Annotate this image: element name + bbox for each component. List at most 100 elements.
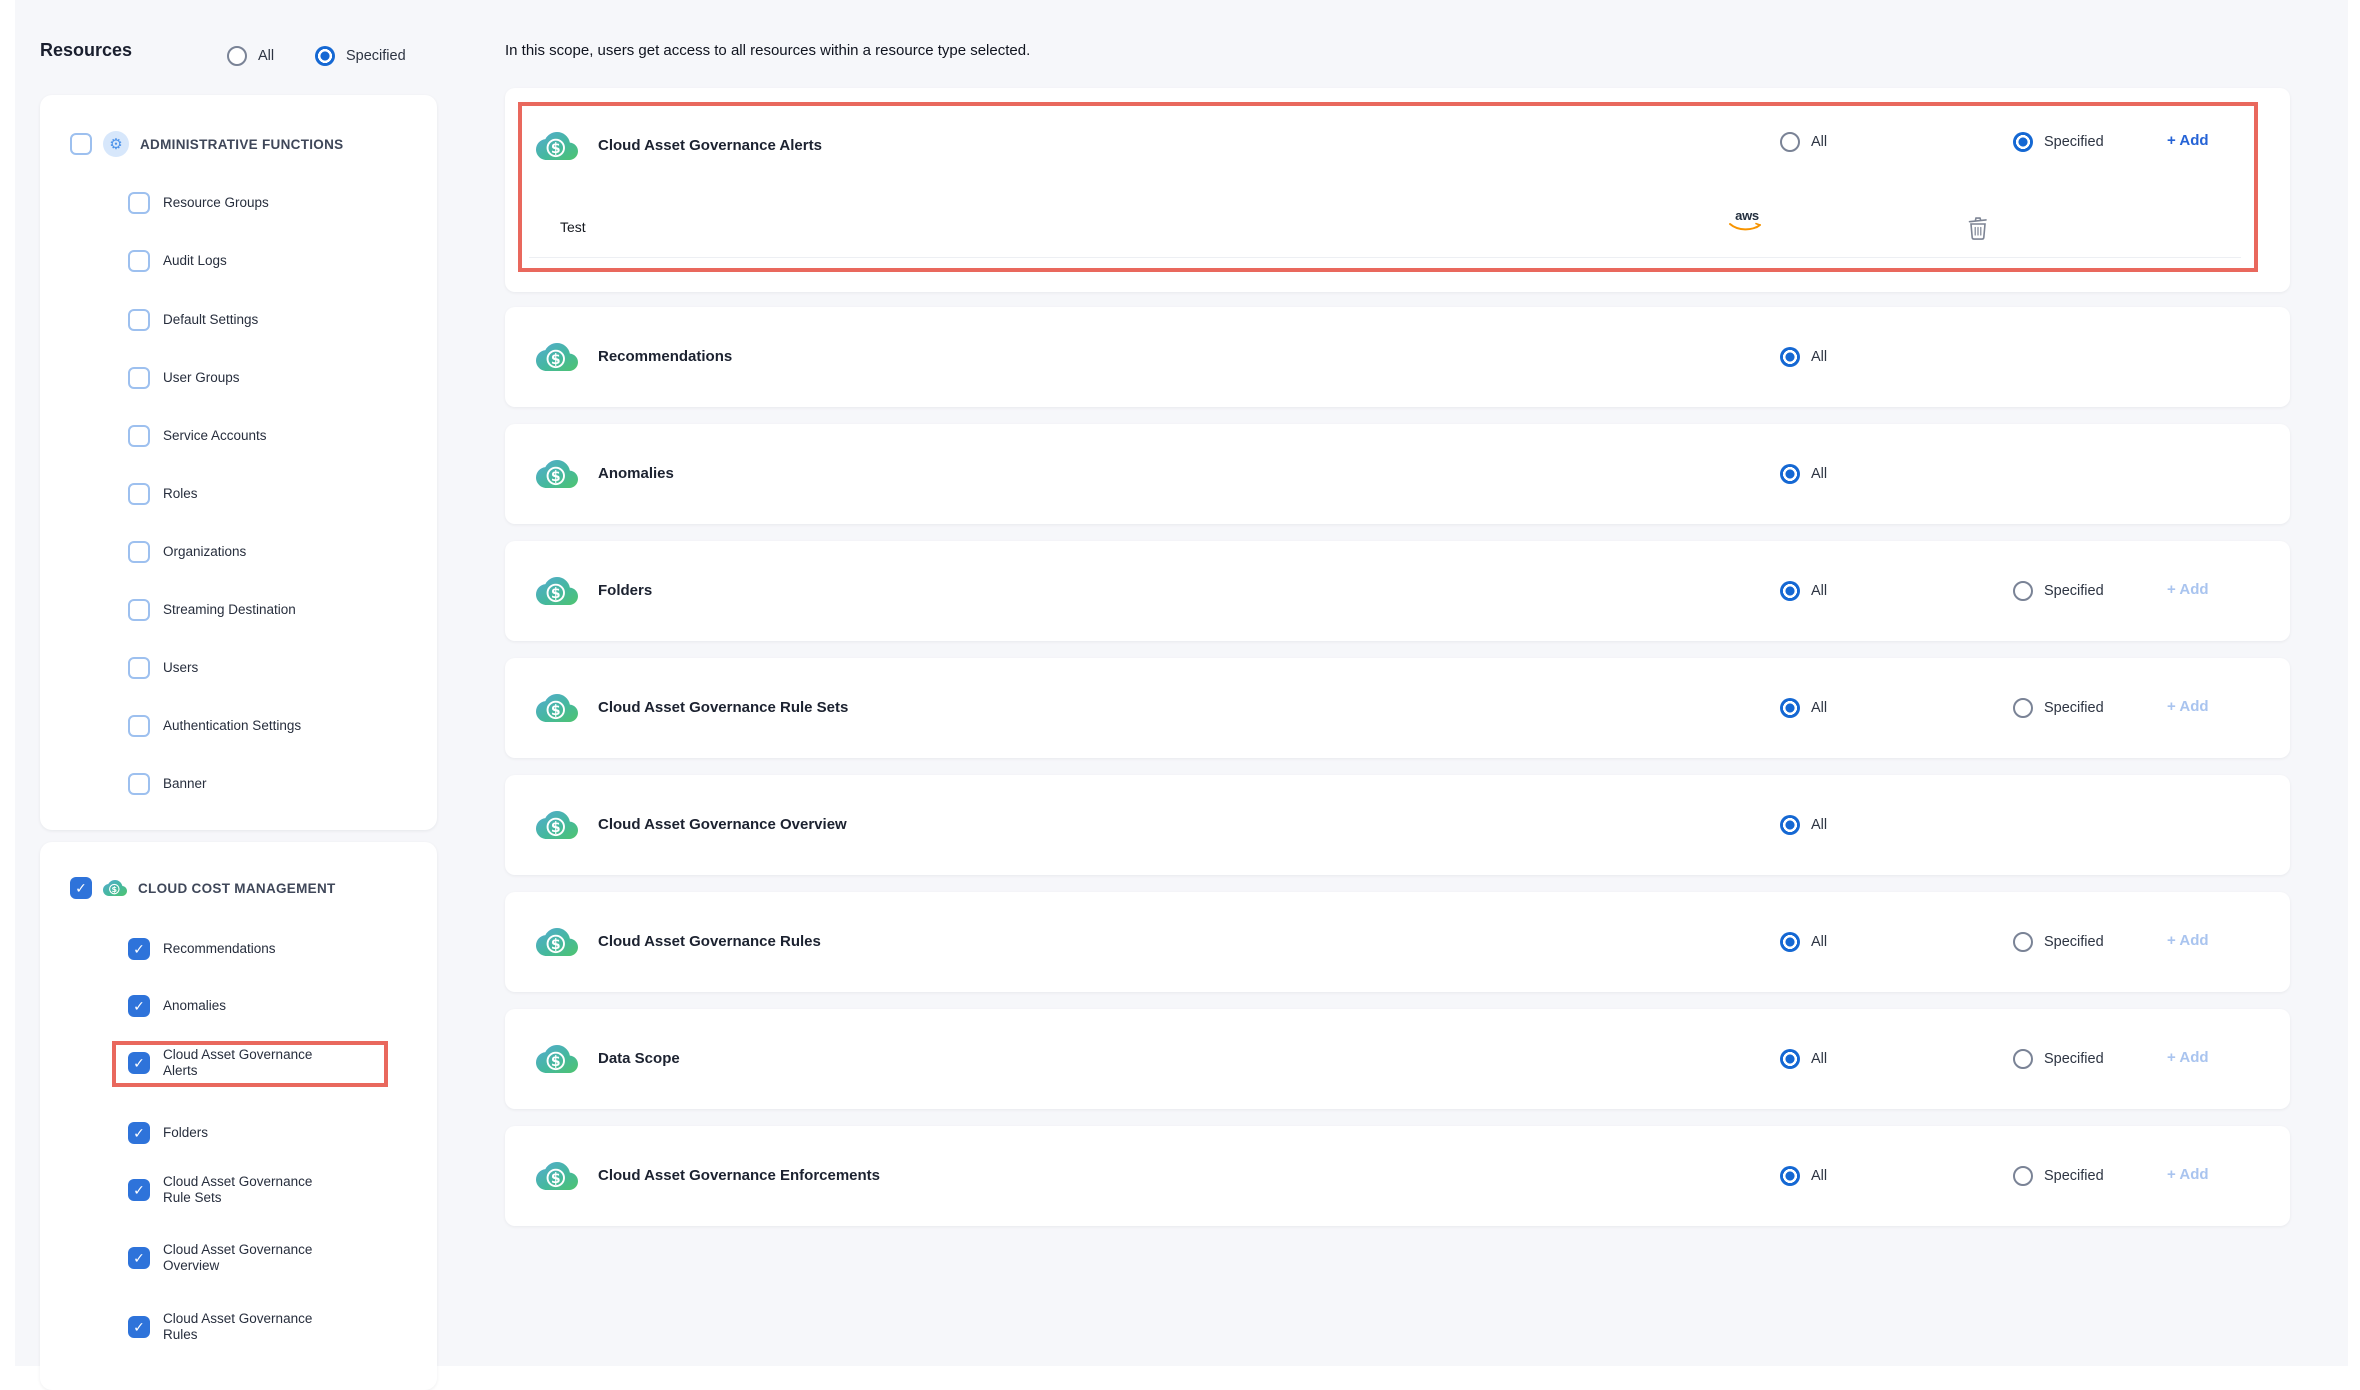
sidebar-item-authentication-settings[interactable]: Authentication Settings [128,715,301,737]
checkbox-unchecked[interactable] [128,309,150,331]
add-resource-button-disabled[interactable]: + Add [2167,1166,2209,1183]
checkbox-checked[interactable]: ✓ [128,1122,150,1144]
sidebar-item-users[interactable]: Users [128,657,198,679]
row-specified-option[interactable]: Specified [2013,698,2104,718]
resource-row-title: Cloud Asset Governance Rule Sets [598,698,848,718]
resource-row-title: Anomalies [598,464,674,484]
radio-selected-icon[interactable] [1780,464,1800,484]
admin-functions-group-card: ⚙ ADMINISTRATIVE FUNCTIONS Resource Grou… [40,95,437,830]
radio-selected-icon[interactable] [1780,932,1800,952]
row-all-label: All [1811,583,1827,599]
checkbox-checked[interactable]: ✓ [128,1316,150,1338]
radio-selected-icon[interactable] [1780,581,1800,601]
sidebar-item-label: Cloud Asset Governance Overview [163,1242,323,1274]
radio-selected-icon[interactable] [1780,698,1800,718]
cloud-cost-management-checkbox[interactable]: ✓ [70,877,92,899]
checkbox-checked[interactable]: ✓ [128,1247,150,1269]
sidebar-item-label: User Groups [163,370,240,386]
row-specified-option[interactable]: Specified [2013,932,2104,952]
add-resource-button-disabled[interactable]: + Add [2167,581,2209,598]
resource-row-title: Cloud Asset Governance Enforcements [598,1166,880,1186]
sidebar-item-audit-logs[interactable]: Audit Logs [128,250,227,272]
sidebar-item-banner[interactable]: Banner [128,773,207,795]
checkbox-checked[interactable]: ✓ [128,938,150,960]
sidebar-item-user-groups[interactable]: User Groups [128,367,240,389]
checkbox-unchecked[interactable] [128,715,150,737]
checkbox-unchecked[interactable] [128,192,150,214]
row-all-option[interactable]: All [1780,1166,1827,1186]
radio-selected-icon[interactable] [1780,1166,1800,1186]
checkbox-checked[interactable]: ✓ [128,1179,150,1201]
radio-selected-icon[interactable] [315,46,335,66]
resource-row-recommendations: Recommendations All [505,307,2290,407]
checkbox-unchecked[interactable] [128,425,150,447]
sidebar-item-cloud-asset-governance-overview[interactable]: ✓ Cloud Asset Governance Overview [128,1242,323,1274]
highlight-box-sidebar-alerts [112,1041,388,1087]
group-label: ADMINISTRATIVE FUNCTIONS [140,137,343,152]
cloud-dollar-icon [536,687,578,729]
group-header-cloud-cost-management: ✓ CLOUD COST MANAGEMENT [70,876,336,900]
highlight-box-alerts-row [518,102,2258,272]
sidebar-item-default-settings[interactable]: Default Settings [128,309,258,331]
sidebar-item-roles[interactable]: Roles [128,483,198,505]
resources-scope-specified-option[interactable]: Specified [315,46,406,66]
cloud-cost-management-group-card: ✓ CLOUD COST MANAGEMENT ✓Recommendations… [40,842,437,1390]
cloud-dollar-icon [536,1155,578,1197]
resource-row-cloud-asset-governance-alerts: Cloud Asset Governance Alerts All Specif… [505,88,2290,292]
resources-panel-title: Resources [40,40,132,61]
admin-functions-checkbox[interactable] [70,133,92,155]
row-specified-option[interactable]: Specified [2013,1049,2104,1069]
row-specified-option[interactable]: Specified [2013,581,2104,601]
checkbox-unchecked[interactable] [128,250,150,272]
sidebar-item-folders[interactable]: ✓Folders [128,1122,208,1144]
radio-selected-icon[interactable] [1780,815,1800,835]
cloud-dollar-icon [103,876,127,900]
radio-unselected-icon[interactable] [2013,581,2033,601]
sidebar-item-label: Banner [163,776,207,792]
row-all-option[interactable]: All [1780,581,1827,601]
radio-unselected-icon[interactable] [227,46,247,66]
row-all-option[interactable]: All [1780,815,1827,835]
resources-scope-all-option[interactable]: All [227,46,274,66]
sidebar-item-resource-groups[interactable]: Resource Groups [128,192,269,214]
radio-unselected-icon[interactable] [2013,1049,2033,1069]
sidebar-item-recommendations[interactable]: ✓Recommendations [128,938,276,960]
sidebar-item-organizations[interactable]: Organizations [128,541,246,563]
radio-unselected-icon[interactable] [2013,932,2033,952]
resource-row-title: Data Scope [598,1049,680,1069]
row-all-label: All [1811,1051,1827,1067]
sidebar-item-label: Audit Logs [163,253,227,269]
sidebar-item-cloud-asset-governance-rule-sets[interactable]: ✓Cloud Asset Governance Rule Sets [128,1174,323,1206]
checkbox-unchecked[interactable] [128,483,150,505]
cloud-dollar-icon [536,921,578,963]
resource-row-cag-rules: Cloud Asset Governance Rules All Specifi… [505,892,2290,992]
row-specified-option[interactable]: Specified [2013,1166,2104,1186]
checkbox-unchecked[interactable] [128,541,150,563]
row-all-option[interactable]: All [1780,698,1827,718]
add-resource-button-disabled[interactable]: + Add [2167,932,2209,949]
row-specified-label: Specified [2044,1168,2104,1184]
sidebar-item-service-accounts[interactable]: Service Accounts [128,425,267,447]
add-resource-button-disabled[interactable]: + Add [2167,1049,2209,1066]
add-resource-button-disabled[interactable]: + Add [2167,698,2209,715]
sidebar-item-label: Service Accounts [163,428,267,444]
row-all-option[interactable]: All [1780,464,1827,484]
checkbox-unchecked[interactable] [128,367,150,389]
checkbox-unchecked[interactable] [128,657,150,679]
row-all-option[interactable]: All [1780,932,1827,952]
sidebar-item-anomalies[interactable]: ✓Anomalies [128,995,226,1017]
radio-unselected-icon[interactable] [2013,1166,2033,1186]
resource-row-title: Recommendations [598,347,732,367]
radio-unselected-icon[interactable] [2013,698,2033,718]
row-specified-label: Specified [2044,934,2104,950]
checkbox-unchecked[interactable] [128,773,150,795]
checkbox-checked[interactable]: ✓ [128,995,150,1017]
row-all-option[interactable]: All [1780,1049,1827,1069]
checkbox-unchecked[interactable] [128,599,150,621]
sidebar-item-streaming-destination[interactable]: Streaming Destination [128,599,296,621]
row-all-label: All [1811,700,1827,716]
sidebar-item-cloud-asset-governance-rules[interactable]: ✓Cloud Asset Governance Rules [128,1311,323,1343]
radio-selected-icon[interactable] [1780,1049,1800,1069]
row-all-option[interactable]: All [1780,347,1827,367]
radio-selected-icon[interactable] [1780,347,1800,367]
